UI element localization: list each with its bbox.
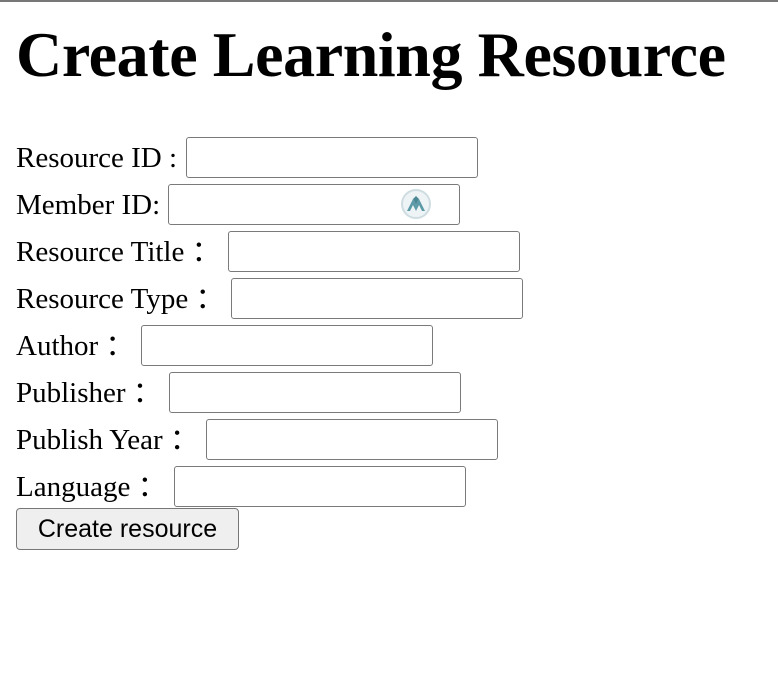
resource-id-label: Resource ID : xyxy=(16,141,178,174)
resource-title-field-wrapper xyxy=(227,231,520,272)
author-field-wrapper xyxy=(141,325,434,366)
publisher-row: Publisher ： xyxy=(16,369,756,416)
top-divider xyxy=(0,0,778,2)
publisher-field-wrapper xyxy=(168,372,461,413)
resource-type-field-wrapper xyxy=(231,278,524,319)
language-row: Language ： xyxy=(16,463,756,510)
member-id-field-wrapper xyxy=(168,184,461,225)
publish-year-input[interactable] xyxy=(206,420,497,459)
publisher-label: Publisher ： xyxy=(16,376,162,409)
resource-type-input[interactable] xyxy=(232,279,523,318)
language-label: Language ： xyxy=(16,470,167,503)
author-input[interactable] xyxy=(142,326,433,365)
author-row: Author ： xyxy=(16,322,756,369)
resource-type-row: Resource Type ： xyxy=(16,275,756,322)
resource-title-row: Resource Title ： xyxy=(16,228,756,275)
resource-id-input[interactable] xyxy=(187,138,478,177)
nordpass-extension-icon[interactable] xyxy=(401,189,432,219)
submit-area: Create resource xyxy=(16,508,239,550)
create-resource-form: Resource ID : Member ID: Resource Title … xyxy=(16,134,756,510)
resource-type-label: Resource Type ： xyxy=(16,282,225,315)
resource-id-field-wrapper xyxy=(186,137,479,178)
publish-year-label: Publish Year ： xyxy=(16,423,199,456)
publisher-input[interactable] xyxy=(169,373,460,412)
publish-year-field-wrapper xyxy=(205,419,498,460)
resource-title-label: Resource Title ： xyxy=(16,235,221,268)
language-field-wrapper xyxy=(173,466,466,507)
language-input[interactable] xyxy=(174,467,465,506)
resource-id-row: Resource ID : xyxy=(16,134,756,181)
resource-title-input[interactable] xyxy=(228,232,519,271)
page-title: Create Learning Resource xyxy=(16,19,726,90)
member-id-label: Member ID: xyxy=(16,188,161,221)
member-id-row: Member ID: xyxy=(16,181,756,228)
create-resource-button[interactable]: Create resource xyxy=(16,508,239,550)
author-label: Author ： xyxy=(16,329,135,362)
publish-year-row: Publish Year ： xyxy=(16,416,756,463)
mountain-icon xyxy=(407,196,426,211)
